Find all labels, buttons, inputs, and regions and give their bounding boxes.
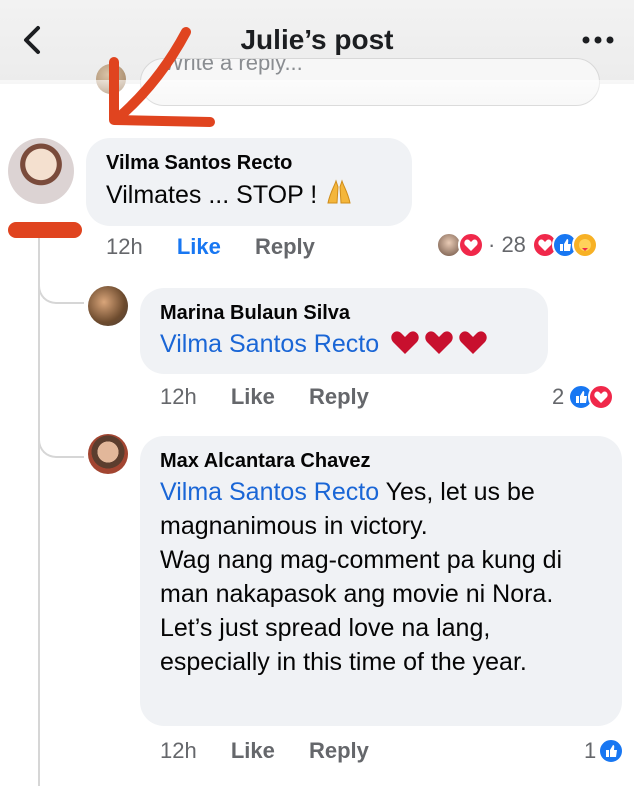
thread-connector bbox=[38, 262, 84, 304]
reply-actions: 12h Like Reply bbox=[160, 738, 397, 764]
reply-time: 12h bbox=[160, 384, 197, 409]
like-button[interactable]: Like bbox=[231, 738, 275, 763]
thread-line bbox=[38, 238, 40, 786]
comment-time: 12h bbox=[106, 234, 143, 259]
mention-link[interactable]: Vilma Santos Recto bbox=[160, 478, 379, 506]
thread-connector bbox=[38, 408, 84, 458]
reply-bubble: Max Alcantara Chavez Vilma Santos Recto … bbox=[140, 436, 622, 726]
like-button[interactable]: Like bbox=[177, 234, 221, 259]
reaction-count: 2 bbox=[552, 384, 565, 409]
red-heart-icon bbox=[459, 331, 487, 354]
reply-button[interactable]: Reply bbox=[309, 738, 369, 763]
annotation-underline bbox=[8, 222, 82, 238]
comment-author[interactable]: Vilma Santos Recto bbox=[106, 152, 392, 175]
more-options-icon[interactable] bbox=[580, 30, 616, 50]
red-heart-icon bbox=[425, 331, 453, 354]
reply-text-continued: Wag nang mag-comment pa kung di man naka… bbox=[160, 546, 563, 676]
heart-reaction-icon bbox=[458, 232, 484, 258]
reaction-count: 1 bbox=[584, 738, 597, 763]
reply-reactions[interactable]: 1 bbox=[584, 738, 625, 764]
reply-button[interactable]: Reply bbox=[255, 234, 315, 259]
reply-reactions[interactable]: 2 bbox=[552, 384, 615, 410]
reply-actions: 12h Like Reply bbox=[160, 384, 397, 410]
red-heart-icon bbox=[391, 331, 419, 354]
comment-actions: 12h Like Reply bbox=[106, 234, 343, 260]
comment-reactions[interactable]: · 28 bbox=[436, 232, 598, 258]
comment-body: Vilmates ... STOP ! bbox=[106, 181, 325, 209]
heart-reaction-icon bbox=[588, 384, 615, 410]
reply-author[interactable]: Max Alcantara Chavez bbox=[160, 450, 602, 473]
avatar-max[interactable] bbox=[88, 434, 128, 474]
like-reaction-icon bbox=[598, 738, 625, 764]
reaction-count: · 28 bbox=[488, 232, 526, 257]
avatar-marina[interactable] bbox=[88, 286, 128, 326]
reply-bubble: Marina Bulaun Silva Vilma Santos Recto bbox=[140, 288, 548, 374]
care-reaction-icon bbox=[571, 232, 598, 258]
reply-button[interactable]: Reply bbox=[309, 384, 369, 409]
reply-text: Vilma Santos Recto Yes, let us be magnan… bbox=[160, 475, 602, 543]
comment-text: Vilmates ... STOP ! bbox=[106, 177, 392, 212]
comment-bubble: Vilma Santos Recto Vilmates ... STOP ! bbox=[86, 138, 412, 226]
reply-text: Vilma Santos Recto bbox=[160, 327, 528, 361]
header-fade bbox=[0, 80, 634, 110]
reply-author[interactable]: Marina Bulaun Silva bbox=[160, 302, 528, 325]
mention-link[interactable]: Vilma Santos Recto bbox=[160, 330, 379, 358]
reply-time: 12h bbox=[160, 738, 197, 763]
praying-hands-icon bbox=[327, 179, 351, 204]
annotation-arrow-icon bbox=[109, 27, 215, 127]
page-title: Julie’s post bbox=[240, 24, 394, 55]
like-button[interactable]: Like bbox=[231, 384, 275, 409]
avatar-vilma[interactable] bbox=[8, 138, 74, 204]
